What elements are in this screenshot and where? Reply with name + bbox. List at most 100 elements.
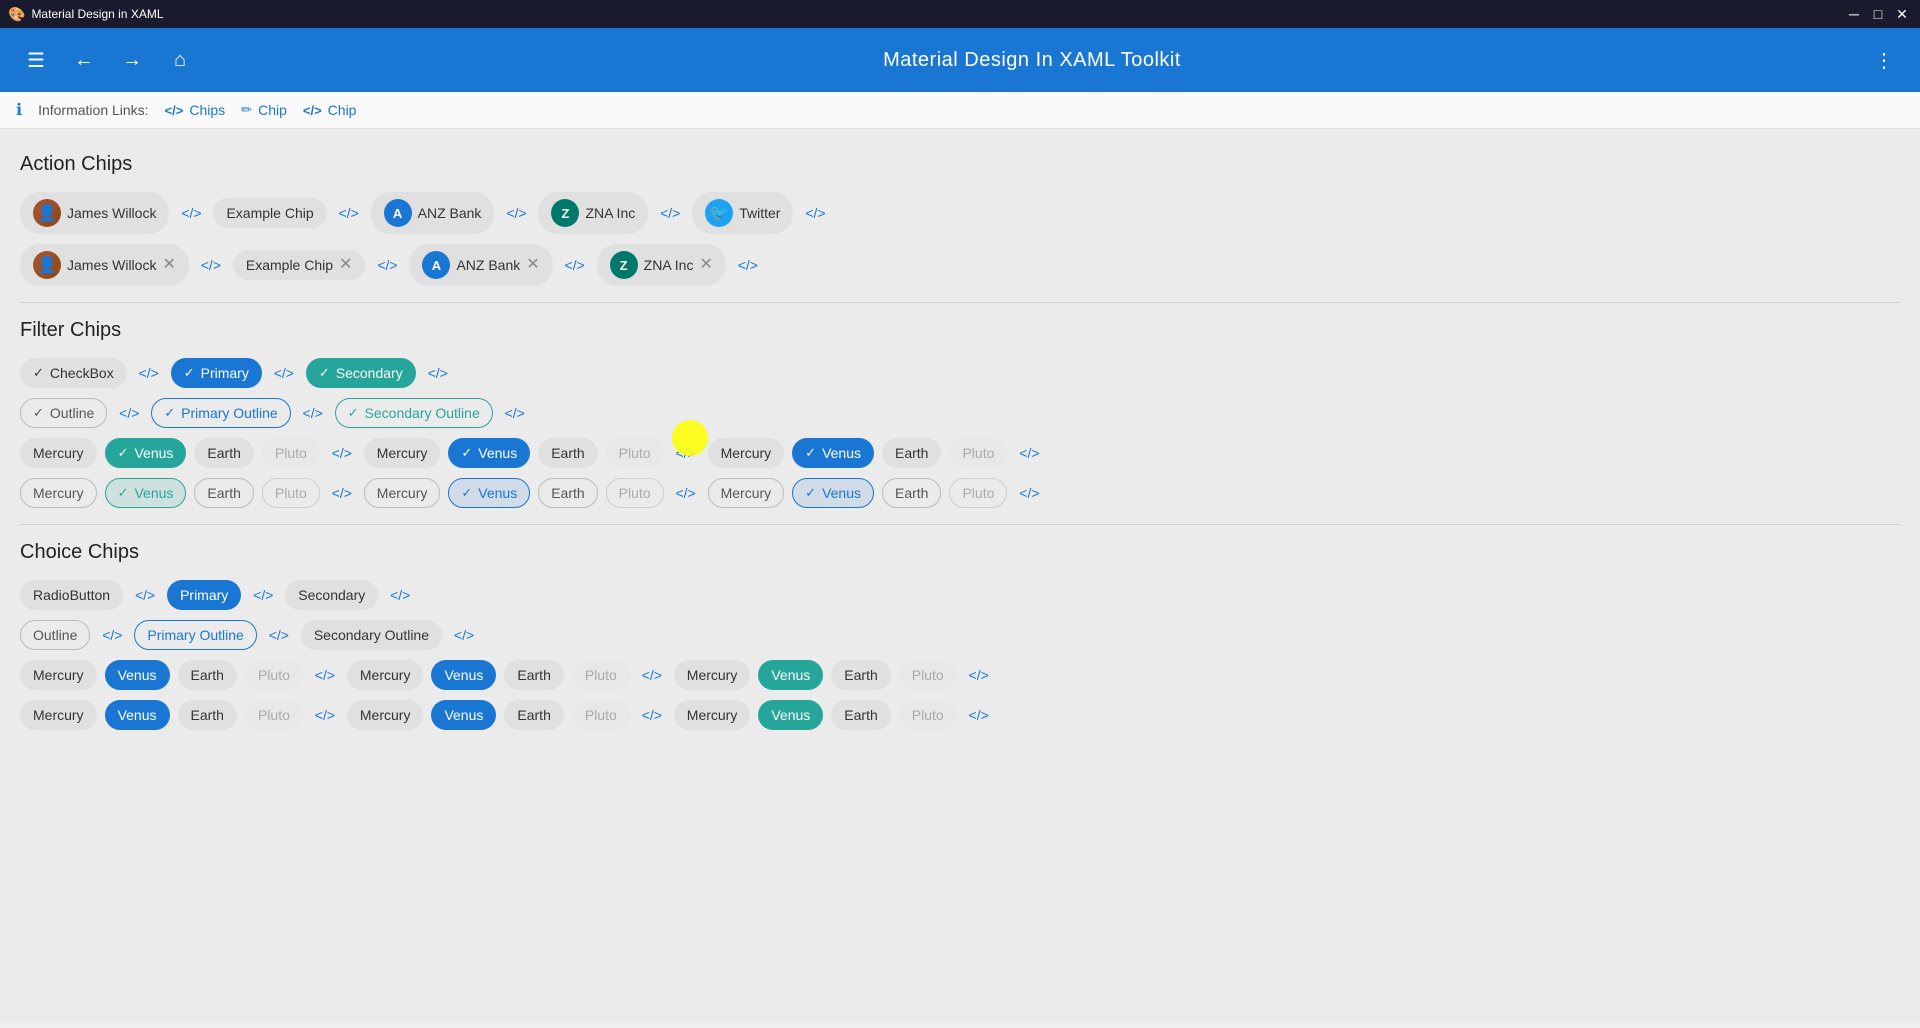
venus-chip-f6[interactable]: ✓Venus (792, 478, 874, 508)
forward-button[interactable]: → (112, 40, 152, 80)
chip-link-2[interactable]: </> Chip (303, 102, 357, 118)
code-btn-c2[interactable]: </> (249, 581, 277, 609)
venus-chip-f2[interactable]: ✓Venus (448, 438, 530, 468)
code-btn-9[interactable]: </> (734, 251, 762, 279)
minimize-button[interactable]: ─ (1844, 4, 1864, 24)
secondary-filter-chip[interactable]: ✓ Secondary (306, 358, 416, 388)
code-btn-f5[interactable]: </> (299, 399, 327, 427)
code-btn-3[interactable]: </> (502, 199, 530, 227)
outline-filter-chip[interactable]: ✓ Outline (20, 398, 107, 428)
anz-bank-chip-2[interactable]: A ANZ Bank ✕ (409, 244, 552, 286)
mercury-chip-f5[interactable]: Mercury (364, 478, 441, 508)
maximize-button[interactable]: □ (1868, 4, 1888, 24)
code-btn-f1[interactable]: </> (135, 359, 163, 387)
code-btn-cp1[interactable]: </> (311, 661, 339, 689)
close-button[interactable]: ✕ (1892, 4, 1912, 24)
anz-bank-chip-1[interactable]: A ANZ Bank (371, 192, 495, 234)
code-btn-8[interactable]: </> (561, 251, 589, 279)
twitter-chip-1[interactable]: 🐦 Twitter (692, 192, 793, 234)
mercury-choice-4[interactable]: Mercury (20, 700, 97, 730)
choice-primary-chip[interactable]: Primary (167, 580, 241, 610)
code-btn-cp5[interactable]: </> (638, 701, 666, 729)
venus-chip-f5[interactable]: ✓Venus (448, 478, 530, 508)
code-btn-fp1[interactable]: </> (328, 439, 356, 467)
code-btn-f2[interactable]: </> (270, 359, 298, 387)
chip-link-1[interactable]: ✏ Chip (241, 102, 287, 118)
code-btn-6[interactable]: </> (197, 251, 225, 279)
home-button[interactable]: ⌂ (160, 40, 200, 80)
pluto-choice-6[interactable]: Pluto (899, 700, 957, 730)
earth-chip-f4[interactable]: Earth (194, 478, 253, 508)
code-btn-c5[interactable]: </> (265, 621, 293, 649)
code-btn-cp4[interactable]: </> (311, 701, 339, 729)
code-btn-c3[interactable]: </> (386, 581, 414, 609)
primary-outline-filter-chip[interactable]: ✓ Primary Outline (151, 398, 290, 428)
earth-choice-5[interactable]: Earth (504, 700, 563, 730)
earth-chip-f3[interactable]: Earth (882, 438, 941, 468)
choice-secondary-chip[interactable]: Secondary (285, 580, 378, 610)
code-btn-f6[interactable]: </> (501, 399, 529, 427)
venus-chip-f1[interactable]: ✓Venus (105, 438, 187, 468)
code-btn-2[interactable]: </> (335, 199, 363, 227)
venus-choice-2[interactable]: Venus (431, 660, 496, 690)
mercury-choice-3[interactable]: Mercury (674, 660, 751, 690)
secondary-outline-filter-chip[interactable]: ✓ Secondary Outline (335, 398, 493, 428)
choice-outline-chip[interactable]: Outline (20, 620, 90, 650)
pluto-chip-f1[interactable]: Pluto (262, 438, 320, 468)
pluto-choice-5[interactable]: Pluto (572, 700, 630, 730)
code-btn-fp3[interactable]: </> (1015, 439, 1043, 467)
pluto-chip-f4[interactable]: Pluto (262, 478, 320, 508)
choice-secondary-outline-chip[interactable]: Secondary Outline (301, 620, 442, 650)
code-btn-fp5[interactable]: </> (672, 479, 700, 507)
more-options-button[interactable]: ⋮ (1864, 40, 1904, 80)
earth-choice-3[interactable]: Earth (831, 660, 890, 690)
mercury-choice-1[interactable]: Mercury (20, 660, 97, 690)
code-btn-cp2[interactable]: </> (638, 661, 666, 689)
mercury-choice-6[interactable]: Mercury (674, 700, 751, 730)
pluto-choice-1[interactable]: Pluto (245, 660, 303, 690)
earth-chip-f5[interactable]: Earth (538, 478, 597, 508)
back-button[interactable]: ← (64, 40, 104, 80)
mercury-choice-5[interactable]: Mercury (347, 700, 424, 730)
checkbox-chip[interactable]: ✓ CheckBox (20, 358, 127, 388)
earth-choice-6[interactable]: Earth (831, 700, 890, 730)
choice-primary-outline-chip[interactable]: Primary Outline (134, 620, 256, 650)
code-btn-cp3[interactable]: </> (965, 661, 993, 689)
menu-button[interactable]: ☰ (16, 40, 56, 80)
code-btn-fp2[interactable]: </> (672, 439, 700, 467)
venus-chip-f4[interactable]: ✓Venus (105, 478, 187, 508)
venus-choice-5[interactable]: Venus (431, 700, 496, 730)
venus-choice-1[interactable]: Venus (105, 660, 170, 690)
mercury-chip-f2[interactable]: Mercury (364, 438, 441, 468)
mercury-chip-f4[interactable]: Mercury (20, 478, 97, 508)
code-btn-cp6[interactable]: </> (965, 701, 993, 729)
primary-filter-chip[interactable]: ✓ Primary (171, 358, 262, 388)
anz-bank-close[interactable]: ✕ (526, 257, 539, 273)
mercury-choice-2[interactable]: Mercury (347, 660, 424, 690)
code-btn-7[interactable]: </> (373, 251, 401, 279)
james-willock-chip-1[interactable]: 👤 James Willock (20, 192, 169, 234)
code-btn-c1[interactable]: </> (131, 581, 159, 609)
pluto-chip-f3[interactable]: Pluto (949, 438, 1007, 468)
zna-inc-chip-2[interactable]: Z ZNA Inc ✕ (597, 244, 726, 286)
earth-choice-1[interactable]: Earth (178, 660, 237, 690)
venus-choice-4[interactable]: Venus (105, 700, 170, 730)
earth-choice-4[interactable]: Earth (178, 700, 237, 730)
code-btn-5[interactable]: </> (801, 199, 829, 227)
example-chip-close[interactable]: ✕ (339, 257, 352, 273)
earth-chip-f2[interactable]: Earth (538, 438, 597, 468)
pluto-chip-f6[interactable]: Pluto (949, 478, 1007, 508)
mercury-chip-f3[interactable]: Mercury (708, 438, 785, 468)
pluto-choice-4[interactable]: Pluto (245, 700, 303, 730)
earth-choice-2[interactable]: Earth (504, 660, 563, 690)
james-willock-close[interactable]: ✕ (162, 257, 175, 273)
chips-link[interactable]: </> Chips (165, 102, 226, 118)
code-btn-f3[interactable]: </> (424, 359, 452, 387)
venus-chip-f3[interactable]: ✓Venus (792, 438, 874, 468)
code-btn-1[interactable]: </> (177, 199, 205, 227)
zna-inc-chip-1[interactable]: Z ZNA Inc (538, 192, 648, 234)
code-btn-c4[interactable]: </> (98, 621, 126, 649)
pluto-choice-3[interactable]: Pluto (899, 660, 957, 690)
earth-chip-f1[interactable]: Earth (194, 438, 253, 468)
venus-choice-3[interactable]: Venus (758, 660, 823, 690)
